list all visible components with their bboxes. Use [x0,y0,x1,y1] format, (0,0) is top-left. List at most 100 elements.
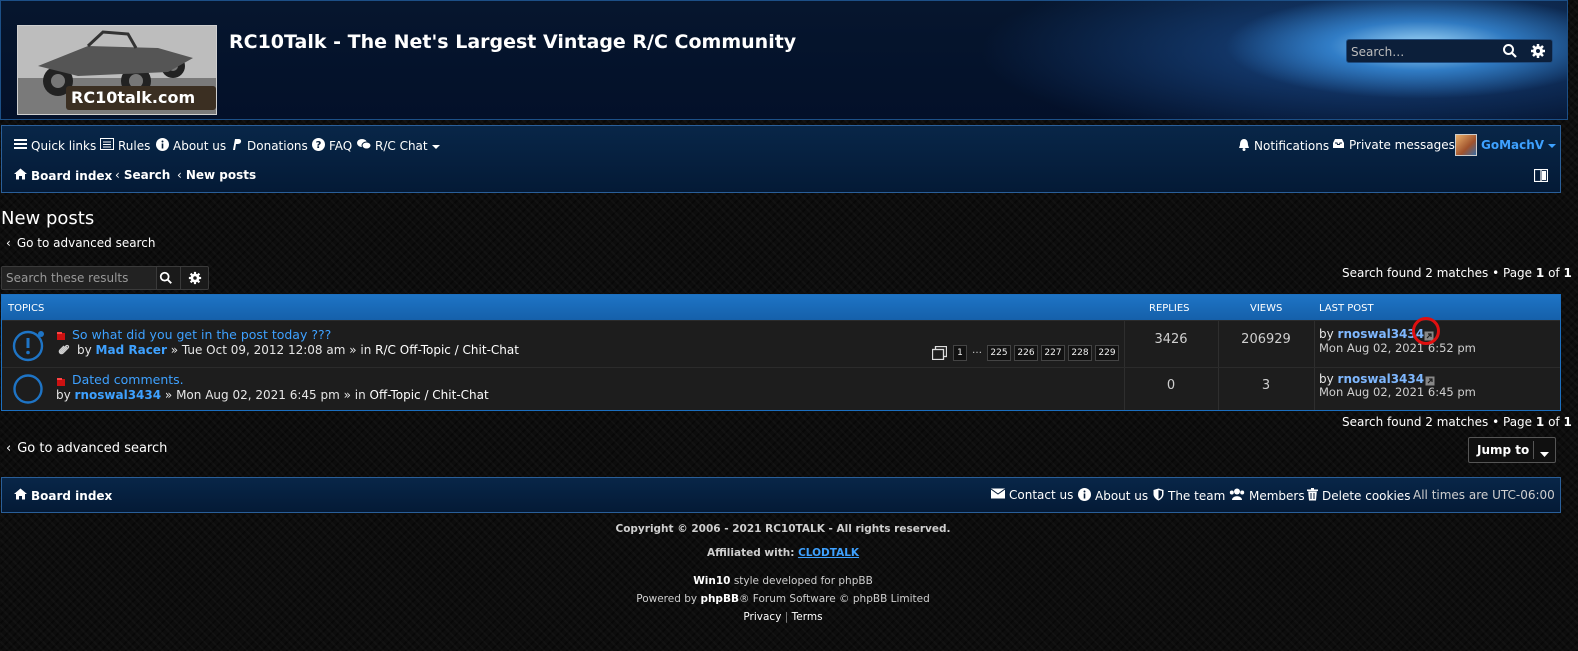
avatar [1455,134,1477,156]
inbox-icon [1332,138,1345,152]
site-logo[interactable]: RC10talk.com [17,25,217,115]
members-link[interactable]: Members [1229,488,1305,503]
terms-link[interactable]: Terms [792,611,823,623]
topic-page-link[interactable]: 225 [987,345,1011,361]
breadcrumb-new-posts-label: New posts [185,168,257,182]
site-title: RC10Talk - The Net's Largest Vintage R/C… [229,31,797,53]
logo-text-badge: RC10talk.com [66,86,216,110]
the-team-label: The team [1168,489,1226,503]
topic-views: 206929 [1241,332,1291,347]
topic-title-link[interactable]: So what did you get in the post today ??… [72,327,331,342]
page-title: New posts [1,208,95,229]
topic-author-link[interactable]: rnoswal3434 [75,388,162,402]
advanced-search-gear-icon[interactable] [1530,43,1546,62]
question-circle-icon: ? [312,138,325,154]
chevron-left-icon: ‹ [6,236,11,250]
users-icon [1229,488,1245,503]
topic-page-link[interactable]: 227 [1041,345,1065,361]
last-post-author: by rnoswal3434 [1319,372,1424,386]
search-icon [159,271,172,284]
header-replies: REPLIES [1149,303,1190,314]
style-credit-text: style developed for phpBB [733,575,873,587]
header-topics: TOPICS [8,303,45,314]
about-us-label: About us [173,139,227,153]
breadcrumb-board-index[interactable]: Board index [14,168,112,183]
main-navbar: Quick links Rules About us Donations ? F… [1,125,1561,193]
table-row: So what did you get in the post today ??… [2,317,1560,367]
clodtalk-link[interactable]: CLODTALK [798,547,859,559]
rules-link[interactable]: Rules [100,138,150,153]
topic-views: 3 [1261,378,1271,393]
advanced-search-link-bottom[interactable]: ‹ Go to advanced search [6,441,167,456]
topic-title-link[interactable]: Dated comments. [72,372,184,387]
footer-about-us-link[interactable]: About us [1078,488,1148,504]
header-search-box [1346,39,1553,63]
chat-bubbles-icon [357,138,372,153]
page-of: of [1548,266,1560,280]
topic-page-link[interactable]: 226 [1014,345,1038,361]
svg-text:?: ? [316,140,322,151]
pagination-summary-bottom: Search found 2 matches • Page 1 of 1 [1342,415,1572,429]
search-icon[interactable] [1502,43,1518,62]
contact-us-link[interactable]: Contact us [990,488,1073,502]
paypal-icon [231,138,243,154]
topic-date: » Mon Aug 02, 2021 6:45 pm » in [164,388,366,402]
logo-text: RC10talk.com [71,88,196,107]
jump-to-label: Jump to [1477,443,1530,457]
topic-page-link[interactable]: 1 [953,345,967,361]
by-label: by [1319,327,1334,341]
topic-forum-link[interactable]: Off-Topic / Chit-Chat [370,388,489,402]
search-results-input[interactable] [2,267,157,289]
page-total: 1 [1563,415,1572,429]
powered-by-label: Powered by [636,593,698,605]
user-menu[interactable]: GoMachV [1455,134,1557,156]
attachment-icon [58,344,70,359]
faq-link[interactable]: ? FAQ [312,138,352,154]
last-post-user-link[interactable]: rnoswal3434 [1338,372,1425,386]
unread-post-icon[interactable] [56,330,66,344]
about-us-link[interactable]: About us [156,138,226,154]
topic-author-link[interactable]: Mad Racer [96,343,167,357]
last-post-date: Mon Aug 02, 2021 6:45 pm [1319,385,1476,399]
delete-cookies-link[interactable]: Delete cookies [1307,488,1410,504]
breadcrumb-search[interactable]: ‹ Search [115,168,170,182]
breadcrumb-new-posts[interactable]: ‹ New posts [177,168,256,182]
privacy-link[interactable]: Privacy [743,611,781,623]
the-team-link[interactable]: The team [1153,488,1225,504]
list-icon [100,138,114,153]
phpbb-link[interactable]: phpBB [700,593,739,605]
toggle-sidebar-icon[interactable] [1533,168,1549,185]
footer-navbar: Board index Contact us About us The team… [1,477,1561,513]
affiliated-label: Affiliated with: [706,547,795,559]
page-current: 1 [1535,266,1545,280]
style-credit-line: Win10 style developed for phpBB [0,575,1566,587]
powered-by-line: Powered by phpBB® Forum Software © phpBB… [0,593,1566,605]
topic-page-link[interactable]: 228 [1068,345,1092,361]
search-results-form [1,266,209,290]
header-search-input[interactable] [1349,42,1503,62]
topic-page-link[interactable]: 229 [1095,345,1119,361]
by-label: by [56,388,71,402]
footer-about-us-label: About us [1095,489,1149,503]
donations-link[interactable]: Donations [231,138,308,154]
page-current: 1 [1535,415,1545,429]
rc-chat-menu[interactable]: R/C Chat [357,138,440,153]
advanced-search-link-top[interactable]: ‹ Go to advanced search [6,236,155,250]
bell-icon [1238,138,1250,154]
header-last-post: LAST POST [1319,303,1374,314]
affiliated-line: Affiliated with: CLODTALK [0,547,1566,559]
search-results-button[interactable] [152,267,181,289]
chevron-left-icon: ‹ [177,168,182,182]
caret-down-icon [431,139,440,153]
search-results-options-button[interactable] [181,267,209,289]
site-header: RC10talk.com RC10Talk - The Net's Larges… [0,0,1568,120]
rc-chat-label: R/C Chat [375,138,428,153]
topic-forum-link[interactable]: R/C Off-Topic / Chit-Chat [375,343,519,357]
private-messages-link[interactable]: Private messages [1332,138,1455,152]
topic-date: » Tue Oct 09, 2012 12:08 am » in [170,343,372,357]
caret-down-icon [1548,138,1557,152]
notifications-link[interactable]: Notifications [1238,138,1329,154]
quick-links-menu[interactable]: Quick links [14,138,96,153]
footer-board-index-link[interactable]: Board index [14,488,112,503]
jump-to-button[interactable]: Jump to [1468,437,1556,463]
